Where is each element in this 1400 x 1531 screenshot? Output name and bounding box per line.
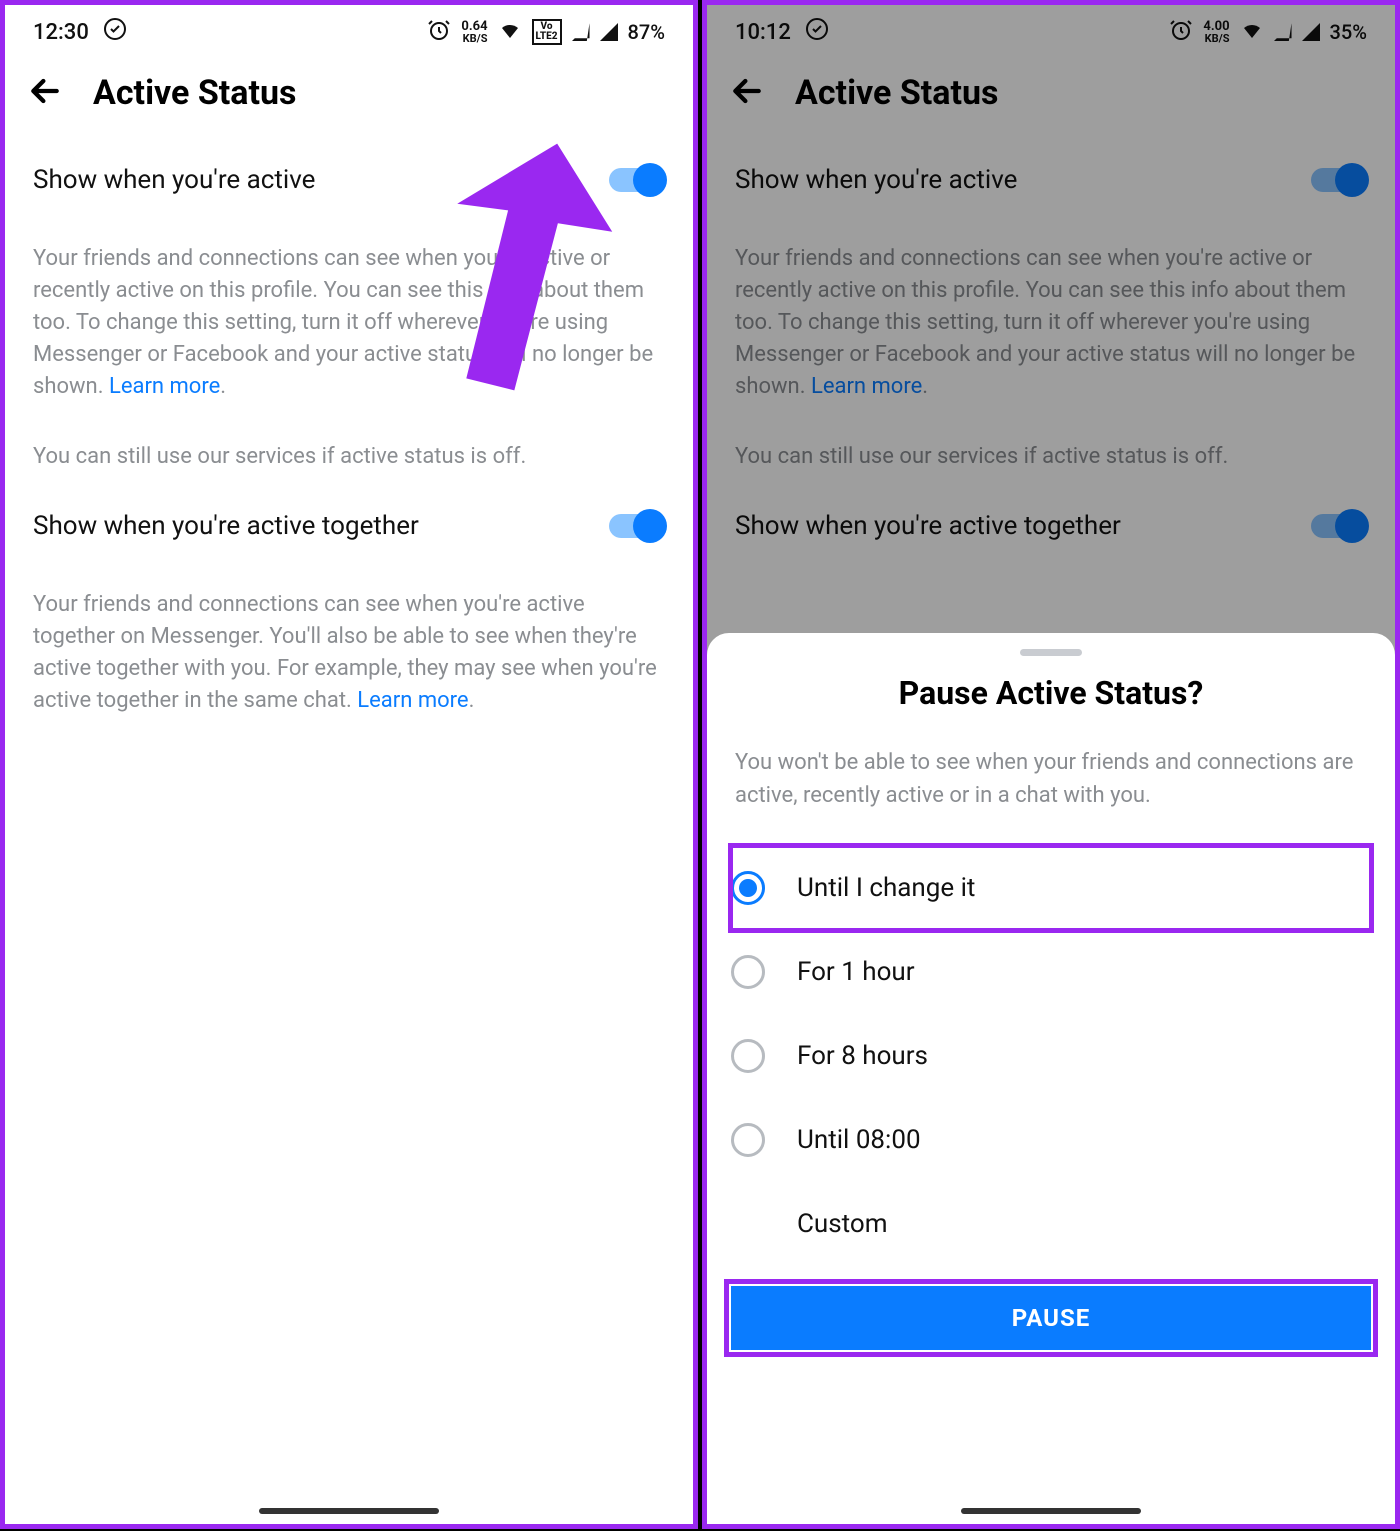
home-indicator[interactable] <box>961 1508 1141 1514</box>
sheet-description: You won't be able to see when your frien… <box>707 738 1395 842</box>
radio-icon[interactable] <box>731 1207 765 1241</box>
page-header: Active Status <box>5 51 693 123</box>
learn-more-link[interactable]: Learn more <box>109 374 220 399</box>
pause-option-row[interactable]: Custom <box>731 1182 1371 1266</box>
pause-option-row[interactable]: Until I change it <box>731 846 1371 930</box>
radio-icon[interactable] <box>731 871 765 905</box>
signal-icon-2 <box>600 23 618 41</box>
pause-option-row[interactable]: Until 08:00 <box>731 1098 1371 1182</box>
volte-icon: VoLTE2 <box>532 19 562 45</box>
battery-percent: 87% <box>628 20 665 44</box>
pause-option-row[interactable]: For 8 hours <box>731 1014 1371 1098</box>
toggle-together[interactable] <box>609 514 665 538</box>
home-indicator[interactable] <box>259 1508 439 1514</box>
sheet-handle[interactable] <box>1020 649 1082 656</box>
pause-bottom-sheet: Pause Active Status? You won't be able t… <box>707 633 1395 1524</box>
status-time: 12:30 <box>33 20 89 45</box>
clock-check-icon <box>103 17 127 47</box>
option-label: Custom <box>797 1209 888 1239</box>
back-arrow-icon[interactable] <box>25 71 65 115</box>
learn-more-link[interactable]: Learn more <box>357 688 468 713</box>
toggle-active[interactable] <box>609 168 665 192</box>
alarm-icon <box>427 18 451 47</box>
setting-label: Show when you're active together <box>33 511 419 541</box>
setting-row-together: Show when you're active together <box>33 469 665 541</box>
option-label: For 1 hour <box>797 957 915 987</box>
option-label: For 8 hours <box>797 1041 928 1071</box>
wifi-icon <box>498 18 522 47</box>
setting-label: Show when you're active <box>33 165 315 195</box>
radio-icon[interactable] <box>731 955 765 989</box>
setting-description: Your friends and connections can see whe… <box>33 195 665 402</box>
left-screenshot: 12:30 0.64 KB/S VoLTE2 87% Activ <box>0 0 698 1529</box>
status-bar: 12:30 0.64 KB/S VoLTE2 87% <box>5 5 693 51</box>
radio-icon[interactable] <box>731 1123 765 1157</box>
setting-description: Your friends and connections can see whe… <box>33 541 665 717</box>
setting-row-active: Show when you're active <box>33 123 665 195</box>
data-speed-indicator: 0.64 KB/S <box>461 20 487 44</box>
pause-option-row[interactable]: For 1 hour <box>731 930 1371 1014</box>
right-screenshot: 10:12 4.00 KB/S 35% Active Status <box>702 0 1400 1529</box>
sheet-title: Pause Active Status? <box>707 674 1395 738</box>
option-label: Until 08:00 <box>797 1125 921 1155</box>
page-title: Active Status <box>93 73 297 113</box>
pause-button[interactable]: PAUSE <box>731 1286 1371 1350</box>
sub-note: You can still use our services if active… <box>33 402 665 469</box>
signal-icon-1 <box>572 23 590 41</box>
radio-icon[interactable] <box>731 1039 765 1073</box>
option-label: Until I change it <box>797 873 975 903</box>
